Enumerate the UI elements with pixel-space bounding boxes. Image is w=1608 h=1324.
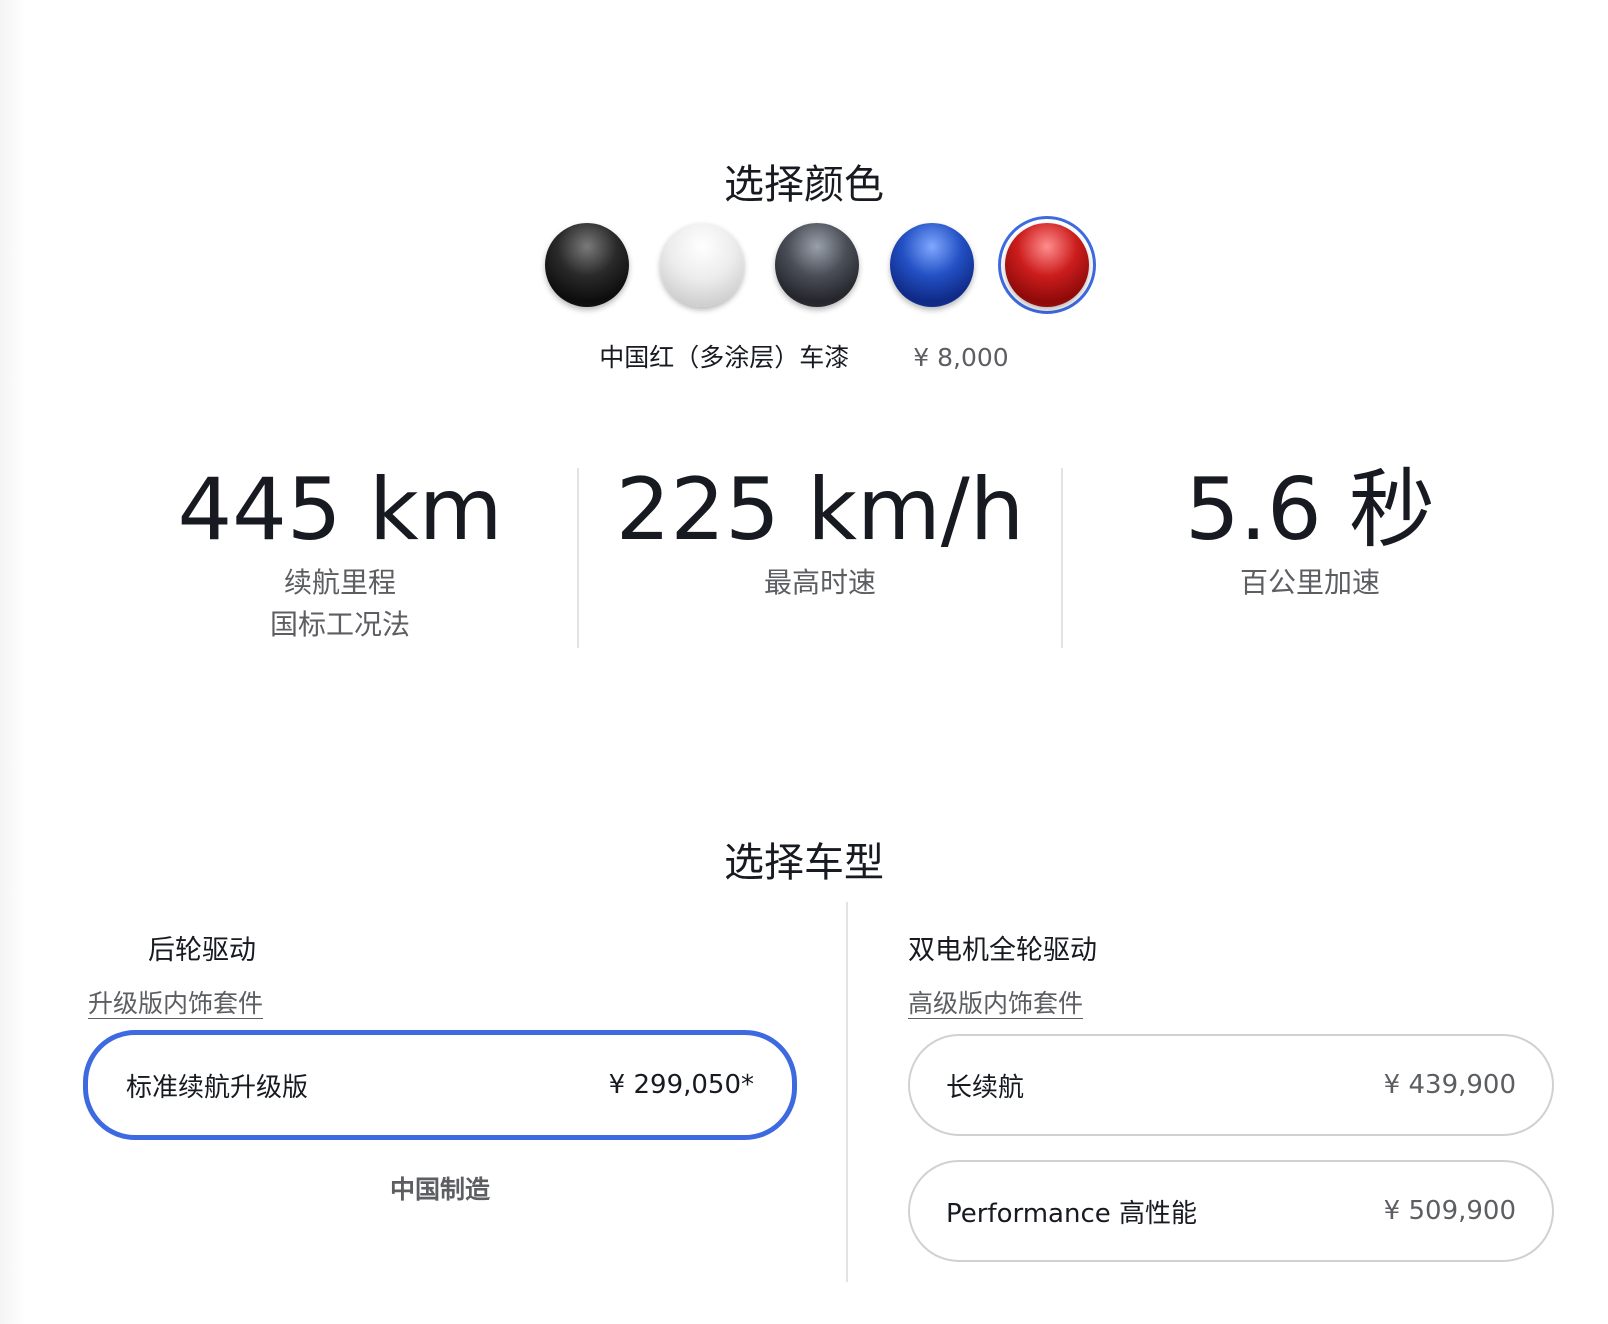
selected-color-caption: 中国红（多涂层）车漆 ¥ 8,000 xyxy=(0,338,1608,374)
color-swatches xyxy=(0,212,1608,322)
rwd-title: 后轮驱动 xyxy=(148,935,256,966)
swatch-black[interactable] xyxy=(545,223,629,307)
awd-title: 双电机全轮驱动 xyxy=(908,935,1097,966)
swatch-white[interactable] xyxy=(660,223,744,307)
spec-range-label: 续航里程 xyxy=(283,566,396,599)
spec-acceleration: 5.6 秒 百公里加速 xyxy=(1100,460,1520,604)
spec-divider xyxy=(577,468,579,648)
selected-color-name: 中国红（多涂层）车漆 xyxy=(599,343,850,372)
trim-price: ¥ 439,900 xyxy=(1383,1070,1516,1100)
swatch-blue[interactable] xyxy=(890,223,974,307)
spec-range-value: 445 km xyxy=(177,460,503,560)
model-section-title: 选择车型 xyxy=(724,840,884,886)
swatch-gray[interactable] xyxy=(775,223,859,307)
trim-option-long-range[interactable]: 长续航 ¥ 439,900 xyxy=(908,1034,1554,1136)
spec-acceleration-value: 5.6 秒 xyxy=(1184,460,1436,560)
awd-interior-link[interactable]: 高级版内饰套件 xyxy=(908,984,1083,1020)
trim-name: 长续航 xyxy=(946,1072,1025,1103)
spec-top-speed-value: 225 km/h xyxy=(615,460,1025,560)
trim-option-performance[interactable]: Performance 高性能 ¥ 509,900 xyxy=(908,1160,1554,1262)
trim-name: Performance 高性能 xyxy=(946,1198,1198,1229)
configurator-page: 选择颜色 中国红（多涂层）车漆 ¥ 8,000 445 km 续航里程 国标工况… xyxy=(0,0,1608,1324)
spec-divider xyxy=(1061,468,1063,648)
trim-name: 标准续航升级版 xyxy=(126,1072,309,1103)
spec-acceleration-label: 百公里加速 xyxy=(1239,566,1380,599)
column-divider xyxy=(846,902,848,1282)
selected-color-price: ¥ 8,000 xyxy=(913,343,1009,372)
color-section-title: 选择颜色 xyxy=(724,162,884,208)
trim-price: ¥ 299,050* xyxy=(608,1070,754,1100)
spec-top-speed-label: 最高时速 xyxy=(763,566,876,599)
made-in-china-label: 中国制造 xyxy=(389,1175,490,1204)
rwd-interior-link[interactable]: 升级版内饰套件 xyxy=(88,984,263,1020)
spec-range: 445 km 续航里程 国标工况法 xyxy=(140,460,540,646)
trim-price: ¥ 509,900 xyxy=(1383,1196,1516,1226)
spec-range-sublabel: 国标工况法 xyxy=(269,608,410,641)
swatch-red[interactable] xyxy=(1005,223,1089,307)
trim-option-standard-range-plus[interactable]: 标准续航升级版 ¥ 299,050* xyxy=(83,1030,797,1140)
spec-top-speed: 225 km/h 最高时速 xyxy=(600,460,1040,604)
